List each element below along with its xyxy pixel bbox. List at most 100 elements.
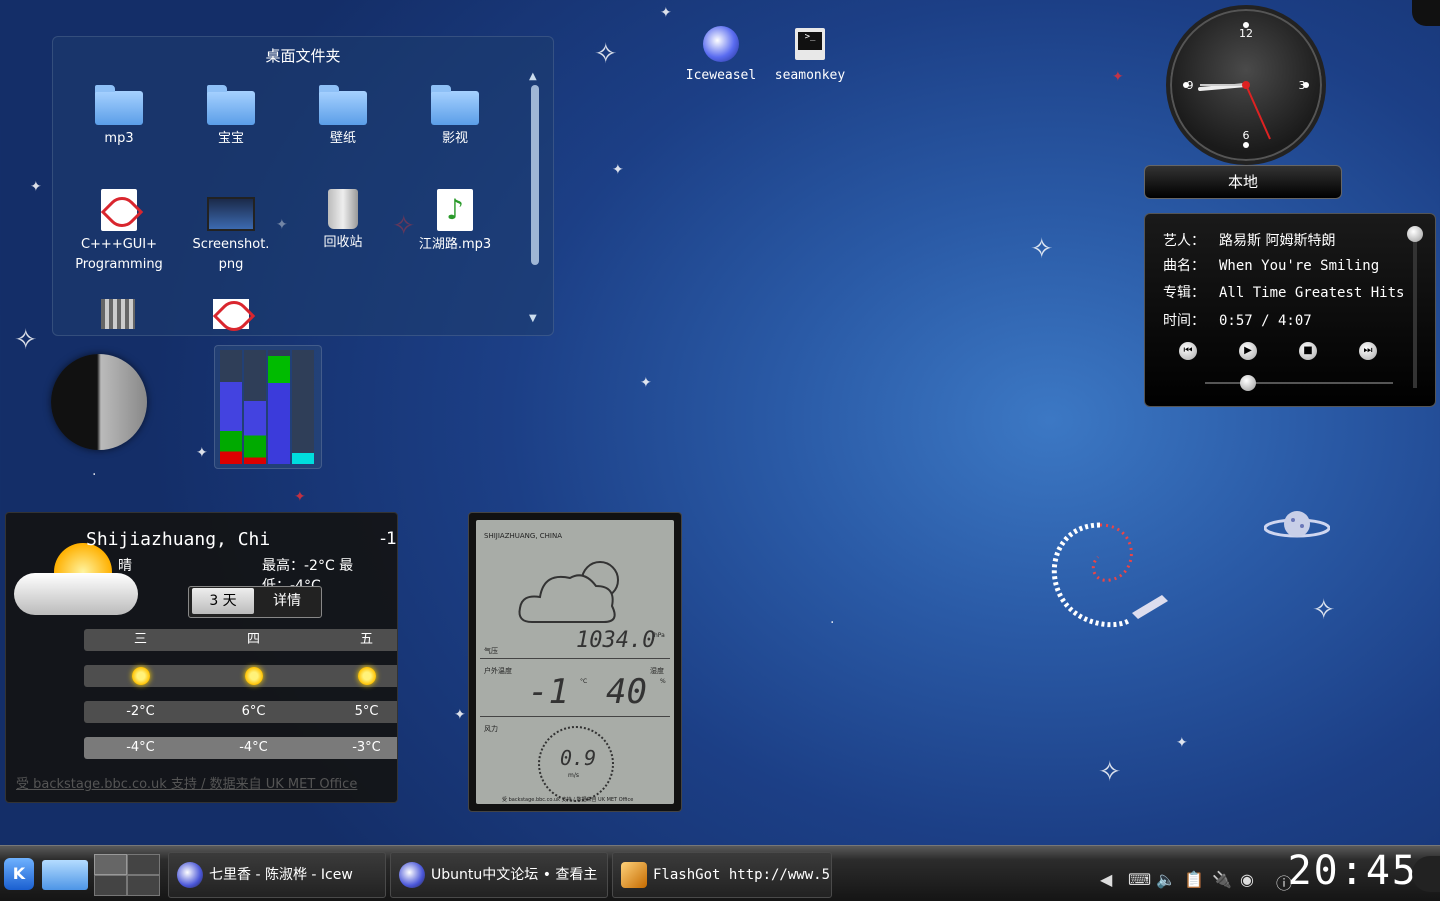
task-label: 七里香 - 陈淑桦 - Icew — [209, 867, 353, 883]
video-file-icon[interactable] — [101, 299, 135, 329]
task-button-iceweasel[interactable]: 七里香 - 陈淑桦 - Icew — [168, 852, 386, 898]
forecast-low: -4°C — [239, 740, 268, 755]
volume-slider-handle[interactable] — [1407, 226, 1423, 242]
lcd-pressure-label: 气压 — [484, 647, 498, 655]
lcd-screen: SHIJIAZHUANG, CHINA 气压 1034.0 hPa 户外温度 湿… — [476, 520, 674, 804]
star-decoration: ✦ — [294, 489, 306, 505]
pager-desktop-2[interactable] — [127, 854, 160, 875]
svg-text:6: 6 — [1243, 129, 1250, 142]
desktop-icon-label: Iceweasel — [685, 68, 757, 83]
album-value: All Time Greatest Hits — [1219, 285, 1405, 301]
pager-desktop-1[interactable] — [94, 854, 127, 875]
file-item-mp3[interactable]: ♪ 江湖路.mp3 — [403, 189, 507, 255]
desktop-icon-iceweasel[interactable]: Iceweasel — [680, 26, 762, 83]
pdf-icon[interactable] — [212, 294, 256, 338]
folder-item-wallpaper[interactable]: 壁纸 — [291, 81, 395, 149]
time-value: 0:57 / 4:07 — [1219, 313, 1312, 329]
file-item-screenshot[interactable]: Screenshot. png — [179, 189, 283, 275]
lcd-wind-label: 风力 — [484, 725, 498, 733]
home-folder-button[interactable] — [42, 860, 88, 890]
volume-slider[interactable] — [1407, 226, 1423, 388]
lcd-credit: 受 backstage.bbc.co.uk 支持 / 数据来自 UK MET O… — [502, 797, 634, 803]
star-decoration: ✦ — [660, 5, 672, 21]
item-label: 宝宝 — [217, 131, 244, 146]
play-button[interactable]: ▶ — [1239, 342, 1257, 360]
star-decoration: ✦ — [1176, 735, 1188, 751]
item-label: C+++GUI+ Programming — [75, 237, 163, 272]
forecast-highs-row: -2°C 6°C 5°C — [84, 701, 397, 723]
star-decoration: ✦ — [454, 707, 466, 723]
folder-view-scrollbar[interactable]: ▲ ▼ — [529, 71, 541, 327]
weather-condition: 晴 — [118, 558, 132, 574]
forecast-low: -3°C — [352, 740, 381, 755]
title-row: 曲名： When You're Smiling — [1163, 255, 1379, 275]
folder-icon — [207, 85, 255, 125]
title-label: 曲名： — [1163, 258, 1205, 274]
pager-desktop-4[interactable] — [127, 875, 160, 896]
kde-menu-button[interactable]: K — [4, 858, 34, 890]
pager-desktop-3[interactable] — [94, 875, 127, 896]
clipboard-icon[interactable]: 📋 — [1184, 870, 1204, 889]
folder-icon — [95, 85, 143, 125]
desktop-icon-seamonkey[interactable]: >_ seamonkey — [770, 28, 850, 83]
tray-collapse-arrow-icon[interactable]: ◀ — [1100, 870, 1112, 889]
lcd-pressure-value: 1034.0 — [576, 628, 656, 653]
star-decoration: ✧ — [594, 37, 618, 70]
previous-track-button[interactable]: ⏮ — [1179, 342, 1197, 360]
folder-view-title: 桌面文件夹 — [265, 47, 341, 65]
next-track-button[interactable]: ⏭ — [1359, 342, 1377, 360]
forecast-days-row: 三 四 五 — [84, 629, 397, 651]
system-monitor-widget — [214, 345, 322, 469]
time-label: 时间： — [1163, 313, 1205, 329]
seek-slider-handle[interactable] — [1240, 375, 1257, 391]
volume-icon[interactable]: 🔈 — [1156, 870, 1176, 889]
panel-toolbox-button[interactable] — [1412, 856, 1440, 892]
now-playing-widget: 艺人： 路易斯 阿姆斯特朗 曲名： When You're Smiling 专辑： A… — [1144, 213, 1436, 407]
star-decoration: ✧ — [14, 323, 38, 356]
task-button-flashgot[interactable]: FlashGot http://www.5 — [612, 852, 832, 898]
item-label: 影视 — [441, 131, 468, 146]
item-label: 江湖路.mp3 — [418, 237, 492, 252]
trash-icon — [328, 189, 358, 229]
forecast-day: 三 — [133, 632, 147, 647]
pdf-icon — [100, 189, 144, 234]
update-notifier-icon[interactable]: ◉ — [1240, 870, 1254, 889]
folder-item-baobao[interactable]: 宝宝 — [179, 81, 283, 149]
planet-icon — [1264, 511, 1330, 538]
scrollbar-thumb[interactable] — [531, 85, 539, 265]
scroll-down-arrow-icon[interactable]: ▼ — [529, 313, 537, 324]
scroll-up-arrow-icon[interactable]: ▲ — [529, 71, 537, 82]
task-button-ubuntu-forum[interactable]: Ubuntu中文论坛 • 查看主 — [390, 852, 608, 898]
tab-details[interactable]: 详情 — [256, 588, 318, 614]
star-decoration: · — [830, 615, 835, 631]
stop-button[interactable]: ■ — [1299, 342, 1317, 360]
folder-item-movies[interactable]: 影视 — [403, 81, 507, 149]
forecast-low: -4°C — [126, 740, 155, 755]
forecast-high: 5°C — [354, 704, 379, 719]
file-item-pdf[interactable]: C+++GUI+ Programming — [67, 189, 171, 275]
item-label: mp3 — [104, 131, 134, 146]
tab-3-days[interactable]: 3 天 — [192, 588, 254, 614]
clock-face: 12 3 6 9 — [1183, 22, 1309, 148]
folder-item-mp3[interactable]: mp3 — [67, 81, 171, 149]
svg-text:12: 12 — [1239, 27, 1253, 40]
folder-icon — [319, 85, 367, 125]
image-thumbnail-icon — [207, 197, 255, 231]
desktop-toolbox-button[interactable] — [1412, 0, 1440, 26]
star-decoration: ✧ — [1098, 755, 1122, 788]
trash-item[interactable]: 回收站 — [291, 189, 395, 253]
monitor-bar — [244, 350, 266, 464]
weather-credit-link[interactable]: 受 backstage.bbc.co.uk 支持 / 数据来自 UK MET O… — [16, 773, 357, 792]
seek-slider[interactable] — [1205, 375, 1393, 391]
star-decoration: ✦ — [640, 375, 652, 391]
monitor-bar — [220, 350, 242, 464]
digital-clock[interactable]: 20:45 — [1288, 848, 1418, 894]
pager-widget[interactable] — [94, 854, 160, 896]
sunny-icon — [357, 667, 376, 685]
sunny-icon — [244, 667, 263, 685]
clock-location-label: 本地 — [1144, 165, 1342, 199]
item-label: Screenshot. png — [192, 237, 270, 272]
keyboard-icon[interactable]: ⌨ — [1128, 870, 1151, 889]
network-icon[interactable]: 🔌 — [1212, 870, 1232, 889]
second-hand — [1245, 84, 1271, 140]
